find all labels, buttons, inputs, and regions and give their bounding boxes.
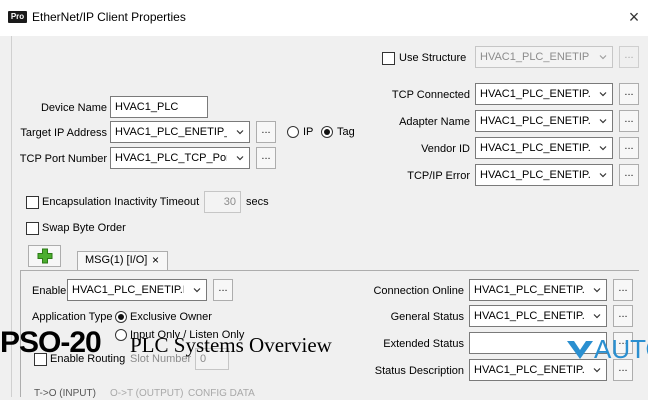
target-ip-label: Target IP Address — [20, 127, 107, 139]
tcp-connected-label: TCP Connected — [391, 89, 470, 101]
general-status-label: General Status — [390, 311, 464, 323]
exclusive-owner-radio[interactable] — [115, 311, 127, 323]
chevron-down-icon — [593, 288, 601, 293]
target-ip-browse-button[interactable]: ... — [256, 121, 276, 143]
structure-browse-button: ... — [619, 46, 639, 68]
course-code: PSO-20 — [0, 326, 102, 359]
enable-label: Enable — [32, 285, 67, 297]
device-name-label: Device Name — [40, 102, 107, 114]
target-ip-select[interactable]: HVAC1_PLC_ENETIP_Ac — [110, 121, 250, 143]
vendor-id-select[interactable]: HVAC1_PLC_ENETIP.Ve — [475, 137, 613, 159]
chevron-down-icon — [236, 130, 244, 135]
tag-radio[interactable] — [321, 126, 333, 138]
use-structure-label: Use Structure — [399, 52, 467, 64]
tcpip-error-label: TCP/IP Error — [407, 170, 470, 182]
encapsulation-timeout-input: 30 — [204, 191, 241, 213]
chevron-down-icon — [193, 288, 201, 293]
course-title: PLC Systems Overview — [130, 333, 332, 357]
tcp-connected-browse-button[interactable]: ... — [619, 83, 639, 105]
swap-byte-order-checkbox[interactable] — [26, 222, 39, 235]
chevron-down-icon — [599, 55, 607, 60]
general-status-select[interactable]: HVAC1_PLC_ENETIP.Ms — [469, 305, 607, 327]
encapsulation-timeout-checkbox[interactable] — [26, 196, 39, 209]
exclusive-owner-label: Exclusive Owner — [130, 311, 212, 323]
chevron-down-icon — [236, 156, 244, 161]
app-logo-icon: Pro — [8, 11, 27, 23]
adapter-name-select[interactable]: HVAC1_PLC_ENETIP.Ac — [475, 110, 613, 132]
vendor-id-browse-button[interactable]: ... — [619, 137, 639, 159]
input-only-radio[interactable] — [115, 329, 127, 341]
green-plus-icon — [37, 248, 53, 264]
chevron-down-icon — [593, 368, 601, 373]
connection-online-browse-button[interactable]: ... — [613, 279, 633, 301]
device-name-input[interactable]: HVAC1_PLC — [110, 96, 208, 118]
general-status-browse-button[interactable]: ... — [613, 305, 633, 327]
adapter-name-browse-button[interactable]: ... — [619, 110, 639, 132]
extended-status-label: Extended Status — [383, 338, 464, 350]
tcpip-error-select[interactable]: HVAC1_PLC_ENETIP.Tc — [475, 164, 613, 186]
status-description-select[interactable]: HVAC1_PLC_ENETIP.Ms — [469, 359, 607, 381]
tab-msg-1-label: MSG(1) [I/O] — [85, 254, 148, 266]
chevron-down-icon — [599, 119, 607, 124]
application-type-label: Application Type — [32, 311, 113, 323]
tcp-port-browse-button[interactable]: ... — [256, 147, 276, 169]
add-message-button[interactable] — [28, 245, 61, 267]
tab-msg-1[interactable]: MSG(1) [I/O] × — [77, 251, 168, 270]
close-icon[interactable]: × — [623, 6, 645, 28]
use-structure-checkbox[interactable] — [382, 52, 395, 65]
window-title: EtherNet/IP Client Properties — [32, 10, 186, 24]
chevron-down-icon — [593, 314, 601, 319]
status-description-label: Status Description — [374, 365, 464, 377]
ip-radio-label: IP — [303, 126, 314, 138]
connection-online-select[interactable]: HVAC1_PLC_ENETIP.Ms — [469, 279, 607, 301]
structure-select: HVAC1_PLC_ENETIP — [475, 46, 613, 68]
chevron-down-icon — [599, 173, 607, 178]
brand-name: AUTO — [594, 334, 648, 364]
enable-browse-button[interactable]: ... — [213, 279, 233, 301]
tcp-port-label: TCP Port Number — [19, 153, 107, 165]
tcp-port-select[interactable]: HVAC1_PLC_TCP_Port — [110, 147, 250, 169]
title-bar: Pro EtherNet/IP Client Properties × — [0, 0, 648, 36]
brand-logo-icon — [567, 341, 593, 359]
chevron-down-icon — [599, 92, 607, 97]
chevron-down-icon — [599, 146, 607, 151]
encapsulation-unit: secs — [246, 196, 269, 208]
tab-output[interactable]: O->T (OUTPUT) — [110, 388, 183, 400]
tab-input[interactable]: T->O (INPUT) — [34, 388, 96, 400]
swap-byte-order-label: Swap Byte Order — [42, 222, 126, 234]
encapsulation-timeout-label: Encapsulation Inactivity Timeout — [42, 196, 200, 208]
tab-config-data[interactable]: CONFIG DATA — [188, 388, 255, 400]
ip-radio[interactable] — [287, 126, 299, 138]
adapter-name-label: Adapter Name — [399, 116, 470, 128]
tcp-connected-select[interactable]: HVAC1_PLC_ENETIP.TC — [475, 83, 613, 105]
tab-close-icon[interactable]: × — [152, 253, 159, 267]
enable-select[interactable]: HVAC1_PLC_ENETIP.Ms — [67, 279, 207, 301]
connection-online-label: Connection Online — [373, 285, 464, 297]
vendor-id-label: Vendor ID — [421, 143, 470, 155]
tcpip-error-browse-button[interactable]: ... — [619, 164, 639, 186]
